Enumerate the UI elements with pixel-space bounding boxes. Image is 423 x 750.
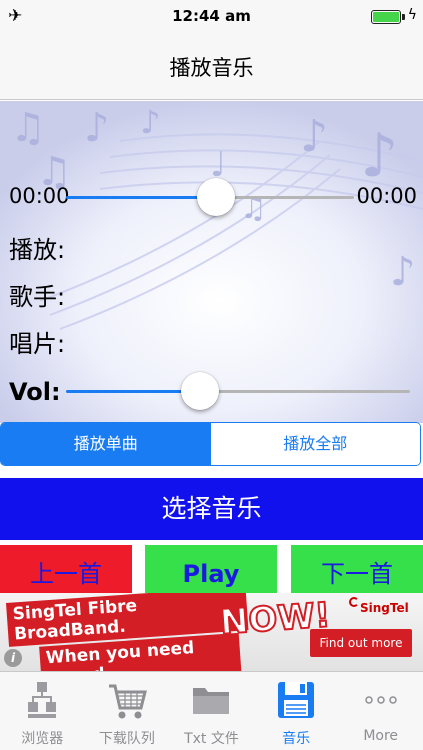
tab-label: More <box>363 728 399 744</box>
volume-label: Vol: <box>9 378 61 406</box>
tab-download-queue[interactable]: 下载队列 <box>85 672 170 750</box>
tab-txt-files[interactable]: Txt 文件 <box>169 672 254 750</box>
music-note-icon: ♪ <box>140 103 161 141</box>
volume-track-filled <box>66 390 201 393</box>
app-screen: ✈ 12:44 am ϟ 播放音乐 ♫ ♪ ♪ ♫ ♩ ♪ ♪ ♪ ♫ 00:0… <box>0 0 423 750</box>
floppy-disk-icon <box>278 682 315 718</box>
segment-play-single[interactable]: 播放单曲 <box>1 423 211 465</box>
tab-label: Txt 文件 <box>184 731 239 747</box>
volume-track-remaining <box>200 390 410 393</box>
singtel-logo-icon <box>349 597 359 607</box>
elapsed-time: 00:00 <box>9 184 70 208</box>
folder-icon <box>193 688 230 714</box>
battery-icon <box>371 10 401 24</box>
next-track-button[interactable]: 下一首 <box>291 545 423 593</box>
tab-music[interactable]: 音乐 <box>254 672 339 750</box>
tab-more[interactable]: More <box>338 672 423 750</box>
ad-info-icon[interactable]: i <box>4 649 22 667</box>
previous-track-button[interactable]: 上一首 <box>0 545 132 593</box>
charging-bolt-icon: ϟ <box>407 7 417 23</box>
browser-sitemap-icon <box>28 682 57 718</box>
status-time: 12:44 am <box>172 7 251 25</box>
album-label: 唱片: <box>9 330 66 358</box>
select-music-button[interactable]: 选择音乐 <box>0 478 423 540</box>
total-time: 00:00 <box>356 184 417 208</box>
now-playing-label: 播放: <box>9 236 66 264</box>
battery-tip <box>402 14 405 20</box>
tab-label: 音乐 <box>282 731 311 747</box>
music-note-icon: ♫ <box>10 105 46 151</box>
tab-label: 下载队列 <box>98 731 155 747</box>
volume-slider-thumb[interactable] <box>181 372 220 410</box>
tab-label: 浏览器 <box>21 731 64 747</box>
artist-label: 歌手: <box>9 283 66 311</box>
ad-brand-name: SingTel <box>360 601 409 615</box>
ad-find-out-more-button[interactable]: Find out more <box>310 629 412 657</box>
play-mode-segmented-control: 播放单曲 播放全部 <box>0 422 421 466</box>
more-dots-icon <box>364 696 397 704</box>
page-title: 播放音乐 <box>169 56 254 80</box>
segment-play-all[interactable]: 播放全部 <box>210 423 420 465</box>
play-button[interactable]: Play <box>145 545 277 593</box>
music-note-icon: ♪ <box>390 249 416 295</box>
progress-track-remaining <box>215 196 354 199</box>
progress-slider-thumb[interactable] <box>196 178 235 216</box>
status-bar: ✈ 12:44 am ϟ <box>0 0 423 34</box>
music-note-icon: ♪ <box>300 111 329 162</box>
shopping-cart-icon <box>108 684 147 719</box>
music-note-icon: ♪ <box>360 121 399 191</box>
tab-browser[interactable]: 浏览器 <box>0 672 85 750</box>
tab-bar: 浏览器 下载队列 Txt 文件 音乐 More <box>0 671 423 750</box>
advertisement-banner[interactable]: SingTel Fibre BroadBand. When you need s… <box>0 593 423 671</box>
music-note-icon: ♪ <box>84 105 110 151</box>
navigation-bar: 播放音乐 <box>0 34 423 100</box>
progress-track-filled <box>66 196 216 199</box>
